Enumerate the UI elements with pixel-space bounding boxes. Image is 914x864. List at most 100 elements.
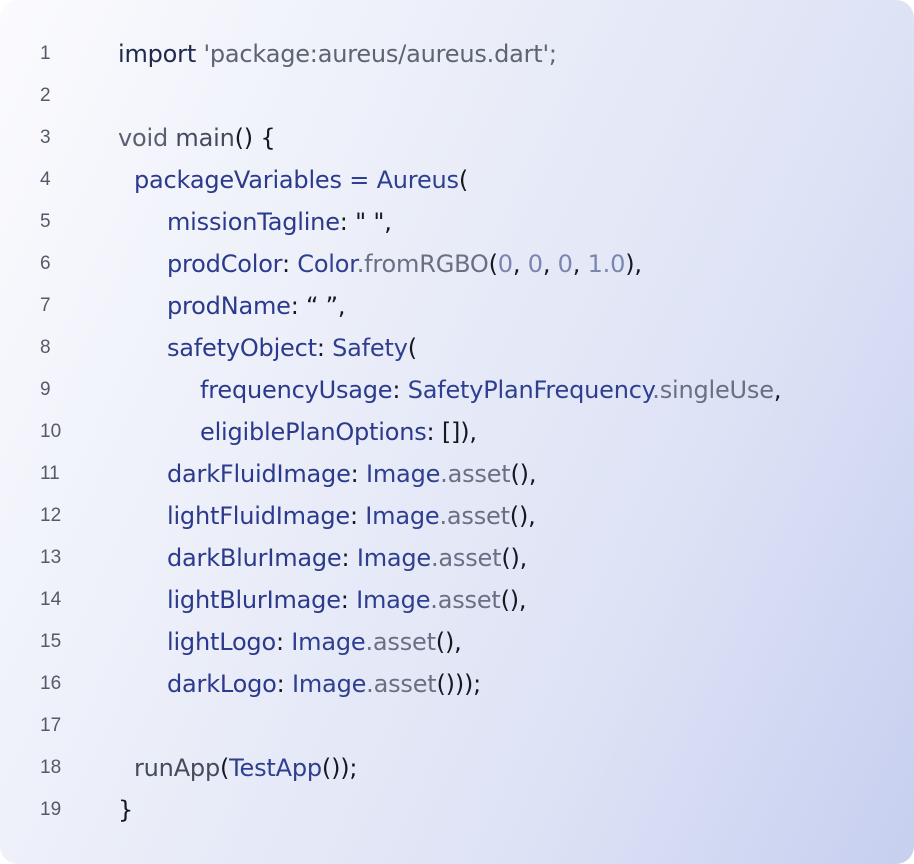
code-token: Safety [332,334,408,362]
code-token: SafetyPlanFrequency [407,376,653,404]
code-line: 6 prodColor: Color.fromRGBO(0, 0, 0, 1.0)… [0,243,914,285]
code-line: 7 prodName: “ ”, [0,285,914,327]
line-number: 4 [40,169,51,190]
code-token: darkBlurImage [167,544,342,572]
code-token: : [340,586,357,614]
code-token: ; [548,40,557,68]
code-token: frequencyUsage [200,376,393,404]
code-token: Image [356,586,431,614]
code-token: Color [297,250,357,278]
code-text: prodName: “ ”, [167,285,346,327]
code-token: : [276,670,292,698]
code-token: ( [458,166,468,194]
code-token: (), [501,544,528,572]
code-token: Image [356,544,431,572]
code-line: 13 darkBlurImage: Image.asset(), [0,537,914,579]
code-token: ), [625,250,642,278]
code-token: ())); [436,670,482,698]
code-token: : [341,544,357,572]
code-line: 12 lightFluidImage: Image.asset(), [0,495,914,537]
code-token: 'package:aureus/aureus.dart' [203,40,549,68]
code-line: 14 lightBlurImage: Image.asset(), [0,579,914,621]
code-token: 0 [557,250,573,278]
code-line: 5 missionTagline: " ", [0,201,914,243]
code-line: 2 [0,75,914,117]
code-token: : “ ”, [290,292,346,320]
code-text: missionTagline: " ", [167,201,392,243]
code-text: darkFluidImage: Image.asset(), [167,453,536,495]
code-token: .asset [365,628,436,656]
code-token: , [572,250,588,278]
code-text: void main() { [118,117,276,159]
code-token: : " ", [339,208,392,236]
code-line: 16 darkLogo: Image.asset())); [0,663,914,705]
code-line: 11 darkFluidImage: Image.asset(), [0,453,914,495]
code-token: runApp [134,754,220,782]
code-text: packageVariables = Aureus( [134,159,468,201]
code-text: darkBlurImage: Image.asset(), [167,537,527,579]
code-token: .asset [430,544,502,572]
code-line: 19} [0,789,914,831]
line-number: 17 [40,715,62,736]
code-block: 1 import 'package:aureus/aureus.dart'; 2 3 v… [0,33,914,831]
line-number: 5 [40,211,51,232]
line-number: 10 [40,421,62,442]
code-token: darkLogo [167,670,277,698]
code-text: safetyObject: Safety( [167,327,417,369]
code-token: 0 [497,250,513,278]
code-token: Image [292,670,367,698]
code-text: lightBlurImage: Image.asset(), [167,579,527,621]
code-text: prodColor: Color.fromRGBO(0, 0, 0, 1.0), [167,243,642,285]
code-token: : [350,460,366,488]
code-token: TestApp [229,754,322,782]
code-line: 3 void main() { [0,117,914,159]
code-line: 17 [0,705,914,747]
line-number: 7 [40,295,51,316]
code-token: .asset [430,586,501,614]
code-text: runApp(TestApp()); [134,747,357,789]
code-snippet-card: 1 import 'package:aureus/aureus.dart'; 2 3 v… [0,0,914,864]
code-token: prodName [167,292,291,320]
line-number: 12 [40,505,62,526]
line-number: 15 [40,631,62,652]
code-token: .asset [440,460,511,488]
line-number: 18 [40,757,62,778]
code-token: 1.0 [587,250,626,278]
code-token: import [118,40,204,68]
code-token: darkFluidImage [167,460,351,488]
code-line: 10 eligiblePlanOptions: []), [0,411,914,453]
code-token: Image [365,502,440,530]
code-token: missionTagline [167,208,340,236]
line-number: 16 [40,673,62,694]
code-token: (), [509,502,536,530]
code-token: .singleUse [652,376,774,404]
line-number: 8 [40,337,51,358]
line-number: 14 [40,589,62,610]
code-token: ( [219,754,230,782]
code-text: darkLogo: Image.asset())); [167,663,481,705]
code-token: (), [500,586,527,614]
code-token: Aureus [376,166,459,194]
code-line: 1 import 'package:aureus/aureus.dart'; [0,33,914,75]
line-number: 3 [40,127,51,148]
code-text: lightLogo: Image.asset(), [167,621,462,663]
code-text: } [118,789,133,831]
code-token: prodColor [167,250,282,278]
code-token: ()); [321,754,358,782]
code-token: } [118,796,134,824]
code-line: 9 frequencyUsage: SafetyPlanFrequency.sin… [0,369,914,411]
code-token: , [542,250,558,278]
code-token: lightLogo [167,628,276,656]
code-token: : [392,376,408,404]
code-token: lightFluidImage [167,502,350,530]
code-line: 18 runApp(TestApp()); [0,747,914,789]
code-text: eligiblePlanOptions: []), [200,411,477,453]
code-token: void [118,124,176,152]
code-token: : [316,334,333,362]
code-token: ( [488,250,498,278]
line-number: 19 [40,799,62,820]
code-token: , [512,250,528,278]
code-token: .asset [439,502,510,530]
code-token: ( [407,334,417,362]
code-token: Image [366,460,441,488]
